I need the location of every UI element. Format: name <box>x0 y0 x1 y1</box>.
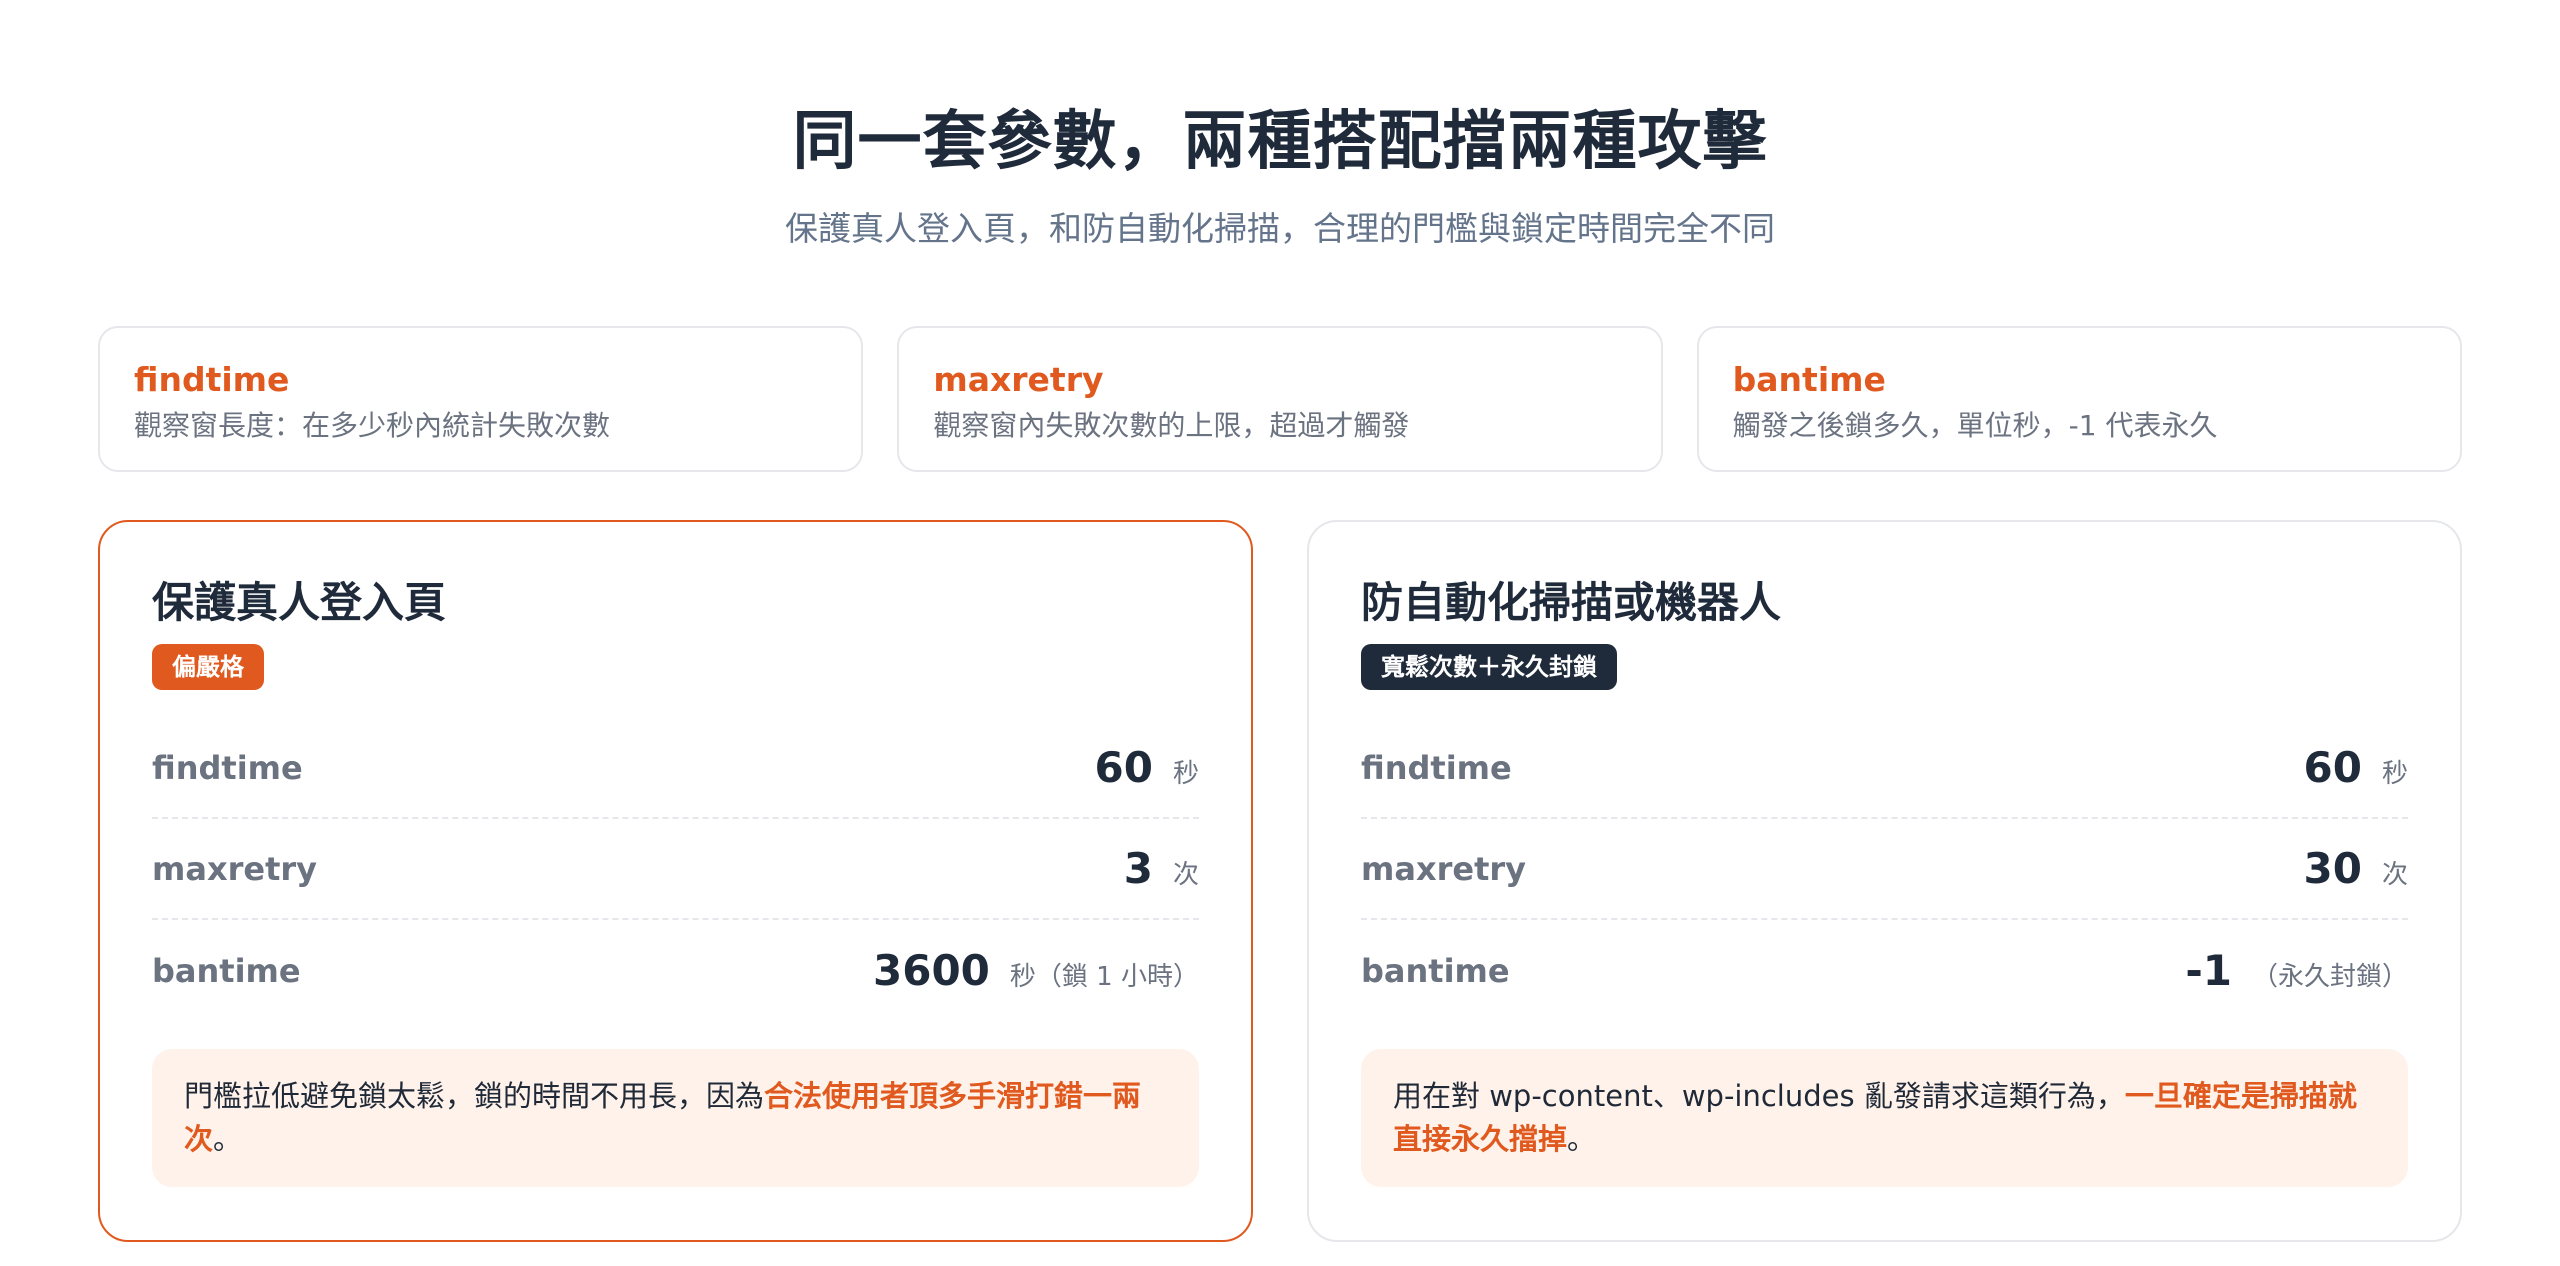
definition-desc: 觀察窗內失敗次數的上限，超過才觸發 <box>933 409 1410 442</box>
strict-badge: 偏嚴格 <box>152 644 264 690</box>
param-unit: 次 <box>2381 860 2408 890</box>
param-name: findtime <box>152 748 303 787</box>
panel-note: 門檻拉低避免鎖太鬆，鎖的時間不用長，因為合法使用者頂多手滑打錯一兩次。 <box>152 1049 1199 1187</box>
param-value: 60 <box>1094 743 1153 792</box>
param-value: 60 <box>2303 743 2362 792</box>
param-value: -1 <box>2185 946 2232 995</box>
param-unit: 次 <box>1172 860 1199 890</box>
param-value-group: 60 秒 <box>1095 743 1199 792</box>
param-row-findtime: findtime 60 秒 <box>1361 718 2408 819</box>
definition-desc: 觀察窗長度：在多少秒內統計失敗次數 <box>134 409 611 442</box>
param-value-group: 30 次 <box>2304 844 2408 893</box>
panel-bot-protection: 防自動化掃描或機器人 寬鬆次數＋永久封鎖 findtime 60 秒 maxre… <box>1307 520 2462 1242</box>
param-value-group: -1 （永久封鎖） <box>2185 946 2408 995</box>
page: 同一套參數，兩種搭配擋兩種攻擊 保護真人登入頁，和防自動化掃描，合理的門檻與鎖定… <box>0 0 2560 1266</box>
param-row-maxretry: maxretry 30 次 <box>1361 819 2408 920</box>
definition-term: maxretry <box>933 360 1104 399</box>
param-unit: 秒（鎖 1 小時） <box>1009 962 1199 992</box>
panel-login-protection: 保護真人登入頁 偏嚴格 findtime 60 秒 maxretry 3 次 b… <box>98 520 1253 1242</box>
definition-card-maxretry: maxretry 觀察窗內失敗次數的上限，超過才觸發 <box>897 326 1663 472</box>
param-row-bantime: bantime 3600 秒（鎖 1 小時） <box>152 920 1199 1021</box>
definition-term: findtime <box>134 360 290 399</box>
note-text: 門檻拉低避免鎖太鬆，鎖的時間不用長，因為 <box>184 1079 765 1113</box>
page-title: 同一套參數，兩種搭配擋兩種攻擊 <box>792 105 1768 179</box>
panel-title: 保護真人登入頁 <box>152 578 447 627</box>
param-name: bantime <box>1361 951 1510 990</box>
param-unit: （永久封鎖） <box>2251 962 2408 992</box>
definitions-row: findtime 觀察窗長度：在多少秒內統計失敗次數 maxretry 觀察窗內… <box>98 326 2462 472</box>
param-list: findtime 60 秒 maxretry 30 次 bantime -1 （… <box>1361 718 2408 1021</box>
param-unit: 秒 <box>2381 759 2408 789</box>
panel-note: 用在對 wp-content、wp-includes 亂發請求這類行為，一旦確定… <box>1361 1049 2408 1187</box>
definition-term: bantime <box>1732 360 1886 399</box>
param-unit: 秒 <box>1172 759 1199 789</box>
param-row-maxretry: maxretry 3 次 <box>152 819 1199 920</box>
param-list: findtime 60 秒 maxretry 3 次 bantime 3600 … <box>152 718 1199 1021</box>
param-name: maxretry <box>152 849 317 888</box>
definition-card-bantime: bantime 觸發之後鎖多久，單位秒，-1 代表永久 <box>1696 326 2462 472</box>
definition-card-findtime: findtime 觀察窗長度：在多少秒內統計失敗次數 <box>98 326 864 472</box>
param-name: bantime <box>152 951 301 990</box>
panel-title: 防自動化掃描或機器人 <box>1361 578 1782 627</box>
config-panels: 保護真人登入頁 偏嚴格 findtime 60 秒 maxretry 3 次 b… <box>98 520 2462 1242</box>
param-row-bantime: bantime -1 （永久封鎖） <box>1361 920 2408 1021</box>
param-value-group: 3600 秒（鎖 1 小時） <box>873 946 1199 995</box>
param-value: 30 <box>2303 844 2362 893</box>
param-value-group: 60 秒 <box>2304 743 2408 792</box>
param-name: findtime <box>1361 748 1512 787</box>
page-subtitle: 保護真人登入頁，和防自動化掃描，合理的門檻與鎖定時間完全不同 <box>785 209 1775 248</box>
param-value: 3 <box>1123 844 1153 893</box>
param-value-group: 3 次 <box>1124 844 1199 893</box>
param-name: maxretry <box>1361 849 1526 888</box>
permanent-ban-badge: 寬鬆次數＋永久封鎖 <box>1361 644 1617 690</box>
param-row-findtime: findtime 60 秒 <box>152 718 1199 819</box>
param-value: 3600 <box>873 946 990 995</box>
note-end: 。 <box>1567 1122 1597 1156</box>
note-text: 用在對 wp-content、wp-includes 亂發請求這類行為， <box>1393 1079 2125 1113</box>
definition-desc: 觸發之後鎖多久，單位秒，-1 代表永久 <box>1732 409 2218 442</box>
note-end: 。 <box>213 1122 243 1156</box>
